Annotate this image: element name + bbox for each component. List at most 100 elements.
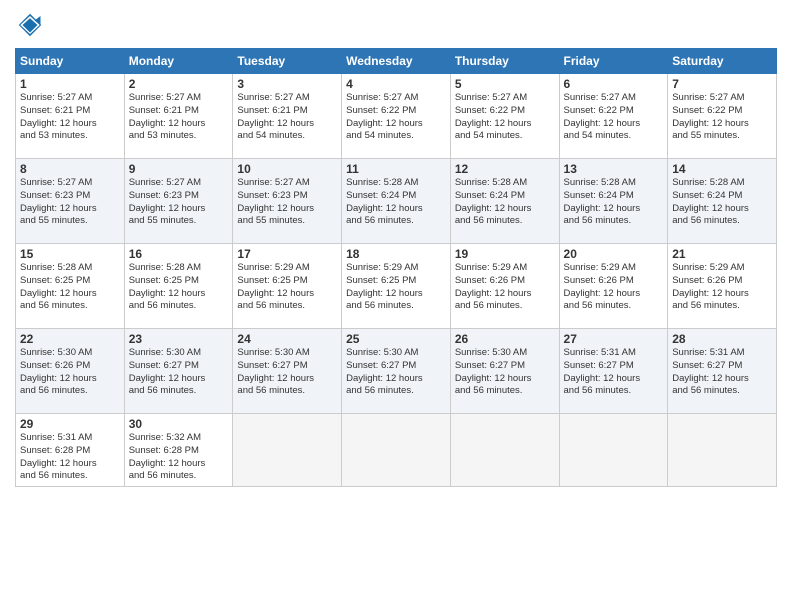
table-row: 3Sunrise: 5:27 AMSunset: 6:21 PMDaylight… xyxy=(233,74,342,159)
col-saturday: Saturday xyxy=(668,49,777,74)
table-row: 9Sunrise: 5:27 AMSunset: 6:23 PMDaylight… xyxy=(124,159,233,244)
cell-info: Sunrise: 5:29 AMSunset: 6:25 PMDaylight:… xyxy=(237,262,337,313)
day-number: 12 xyxy=(455,162,555,176)
cell-info: Sunrise: 5:31 AMSunset: 6:27 PMDaylight:… xyxy=(564,347,664,398)
table-row: 2Sunrise: 5:27 AMSunset: 6:21 PMDaylight… xyxy=(124,74,233,159)
calendar-header-row: Sunday Monday Tuesday Wednesday Thursday… xyxy=(16,49,777,74)
table-row: 11Sunrise: 5:28 AMSunset: 6:24 PMDayligh… xyxy=(342,159,451,244)
cell-info: Sunrise: 5:27 AMSunset: 6:23 PMDaylight:… xyxy=(20,177,120,228)
table-row: 21Sunrise: 5:29 AMSunset: 6:26 PMDayligh… xyxy=(668,244,777,329)
table-row: 27Sunrise: 5:31 AMSunset: 6:27 PMDayligh… xyxy=(559,329,668,414)
calendar: Sunday Monday Tuesday Wednesday Thursday… xyxy=(15,48,777,487)
table-row: 20Sunrise: 5:29 AMSunset: 6:26 PMDayligh… xyxy=(559,244,668,329)
day-number: 30 xyxy=(129,417,229,431)
day-number: 19 xyxy=(455,247,555,261)
table-row: 4Sunrise: 5:27 AMSunset: 6:22 PMDaylight… xyxy=(342,74,451,159)
table-row xyxy=(559,414,668,487)
cell-info: Sunrise: 5:28 AMSunset: 6:24 PMDaylight:… xyxy=(672,177,772,228)
table-row: 16Sunrise: 5:28 AMSunset: 6:25 PMDayligh… xyxy=(124,244,233,329)
cell-info: Sunrise: 5:28 AMSunset: 6:24 PMDaylight:… xyxy=(564,177,664,228)
col-friday: Friday xyxy=(559,49,668,74)
cell-info: Sunrise: 5:29 AMSunset: 6:26 PMDaylight:… xyxy=(564,262,664,313)
col-thursday: Thursday xyxy=(450,49,559,74)
day-number: 8 xyxy=(20,162,120,176)
table-row: 13Sunrise: 5:28 AMSunset: 6:24 PMDayligh… xyxy=(559,159,668,244)
cell-info: Sunrise: 5:27 AMSunset: 6:23 PMDaylight:… xyxy=(237,177,337,228)
day-number: 29 xyxy=(20,417,120,431)
table-row: 6Sunrise: 5:27 AMSunset: 6:22 PMDaylight… xyxy=(559,74,668,159)
cell-info: Sunrise: 5:30 AMSunset: 6:27 PMDaylight:… xyxy=(129,347,229,398)
logo xyxy=(15,10,49,40)
table-row: 5Sunrise: 5:27 AMSunset: 6:22 PMDaylight… xyxy=(450,74,559,159)
day-number: 13 xyxy=(564,162,664,176)
cell-info: Sunrise: 5:29 AMSunset: 6:25 PMDaylight:… xyxy=(346,262,446,313)
table-row xyxy=(668,414,777,487)
day-number: 15 xyxy=(20,247,120,261)
cell-info: Sunrise: 5:27 AMSunset: 6:22 PMDaylight:… xyxy=(455,92,555,143)
cell-info: Sunrise: 5:28 AMSunset: 6:24 PMDaylight:… xyxy=(346,177,446,228)
day-number: 23 xyxy=(129,332,229,346)
table-row: 1Sunrise: 5:27 AMSunset: 6:21 PMDaylight… xyxy=(16,74,125,159)
table-row: 23Sunrise: 5:30 AMSunset: 6:27 PMDayligh… xyxy=(124,329,233,414)
day-number: 14 xyxy=(672,162,772,176)
col-sunday: Sunday xyxy=(16,49,125,74)
cell-info: Sunrise: 5:28 AMSunset: 6:24 PMDaylight:… xyxy=(455,177,555,228)
table-row: 28Sunrise: 5:31 AMSunset: 6:27 PMDayligh… xyxy=(668,329,777,414)
table-row: 25Sunrise: 5:30 AMSunset: 6:27 PMDayligh… xyxy=(342,329,451,414)
cell-info: Sunrise: 5:29 AMSunset: 6:26 PMDaylight:… xyxy=(672,262,772,313)
cell-info: Sunrise: 5:31 AMSunset: 6:27 PMDaylight:… xyxy=(672,347,772,398)
day-number: 16 xyxy=(129,247,229,261)
day-number: 26 xyxy=(455,332,555,346)
day-number: 20 xyxy=(564,247,664,261)
table-row: 12Sunrise: 5:28 AMSunset: 6:24 PMDayligh… xyxy=(450,159,559,244)
table-row: 22Sunrise: 5:30 AMSunset: 6:26 PMDayligh… xyxy=(16,329,125,414)
day-number: 22 xyxy=(20,332,120,346)
day-number: 25 xyxy=(346,332,446,346)
day-number: 4 xyxy=(346,77,446,91)
cell-info: Sunrise: 5:27 AMSunset: 6:22 PMDaylight:… xyxy=(564,92,664,143)
table-row xyxy=(233,414,342,487)
day-number: 21 xyxy=(672,247,772,261)
cell-info: Sunrise: 5:30 AMSunset: 6:26 PMDaylight:… xyxy=(20,347,120,398)
day-number: 6 xyxy=(564,77,664,91)
table-row: 29Sunrise: 5:31 AMSunset: 6:28 PMDayligh… xyxy=(16,414,125,487)
cell-info: Sunrise: 5:27 AMSunset: 6:21 PMDaylight:… xyxy=(20,92,120,143)
cell-info: Sunrise: 5:27 AMSunset: 6:22 PMDaylight:… xyxy=(346,92,446,143)
cell-info: Sunrise: 5:30 AMSunset: 6:27 PMDaylight:… xyxy=(346,347,446,398)
day-number: 28 xyxy=(672,332,772,346)
table-row xyxy=(342,414,451,487)
table-row: 18Sunrise: 5:29 AMSunset: 6:25 PMDayligh… xyxy=(342,244,451,329)
logo-icon xyxy=(15,10,45,40)
day-number: 9 xyxy=(129,162,229,176)
day-number: 18 xyxy=(346,247,446,261)
col-tuesday: Tuesday xyxy=(233,49,342,74)
day-number: 5 xyxy=(455,77,555,91)
day-number: 2 xyxy=(129,77,229,91)
table-row: 8Sunrise: 5:27 AMSunset: 6:23 PMDaylight… xyxy=(16,159,125,244)
table-row: 19Sunrise: 5:29 AMSunset: 6:26 PMDayligh… xyxy=(450,244,559,329)
day-number: 10 xyxy=(237,162,337,176)
table-row: 15Sunrise: 5:28 AMSunset: 6:25 PMDayligh… xyxy=(16,244,125,329)
cell-info: Sunrise: 5:27 AMSunset: 6:21 PMDaylight:… xyxy=(129,92,229,143)
table-row: 24Sunrise: 5:30 AMSunset: 6:27 PMDayligh… xyxy=(233,329,342,414)
table-row: 30Sunrise: 5:32 AMSunset: 6:28 PMDayligh… xyxy=(124,414,233,487)
cell-info: Sunrise: 5:30 AMSunset: 6:27 PMDaylight:… xyxy=(455,347,555,398)
day-number: 1 xyxy=(20,77,120,91)
day-number: 11 xyxy=(346,162,446,176)
col-wednesday: Wednesday xyxy=(342,49,451,74)
cell-info: Sunrise: 5:28 AMSunset: 6:25 PMDaylight:… xyxy=(20,262,120,313)
cell-info: Sunrise: 5:30 AMSunset: 6:27 PMDaylight:… xyxy=(237,347,337,398)
day-number: 17 xyxy=(237,247,337,261)
day-number: 24 xyxy=(237,332,337,346)
table-row: 26Sunrise: 5:30 AMSunset: 6:27 PMDayligh… xyxy=(450,329,559,414)
table-row: 10Sunrise: 5:27 AMSunset: 6:23 PMDayligh… xyxy=(233,159,342,244)
table-row: 17Sunrise: 5:29 AMSunset: 6:25 PMDayligh… xyxy=(233,244,342,329)
header xyxy=(15,10,777,40)
cell-info: Sunrise: 5:32 AMSunset: 6:28 PMDaylight:… xyxy=(129,432,229,483)
day-number: 3 xyxy=(237,77,337,91)
day-number: 7 xyxy=(672,77,772,91)
cell-info: Sunrise: 5:27 AMSunset: 6:21 PMDaylight:… xyxy=(237,92,337,143)
cell-info: Sunrise: 5:31 AMSunset: 6:28 PMDaylight:… xyxy=(20,432,120,483)
cell-info: Sunrise: 5:27 AMSunset: 6:22 PMDaylight:… xyxy=(672,92,772,143)
day-number: 27 xyxy=(564,332,664,346)
